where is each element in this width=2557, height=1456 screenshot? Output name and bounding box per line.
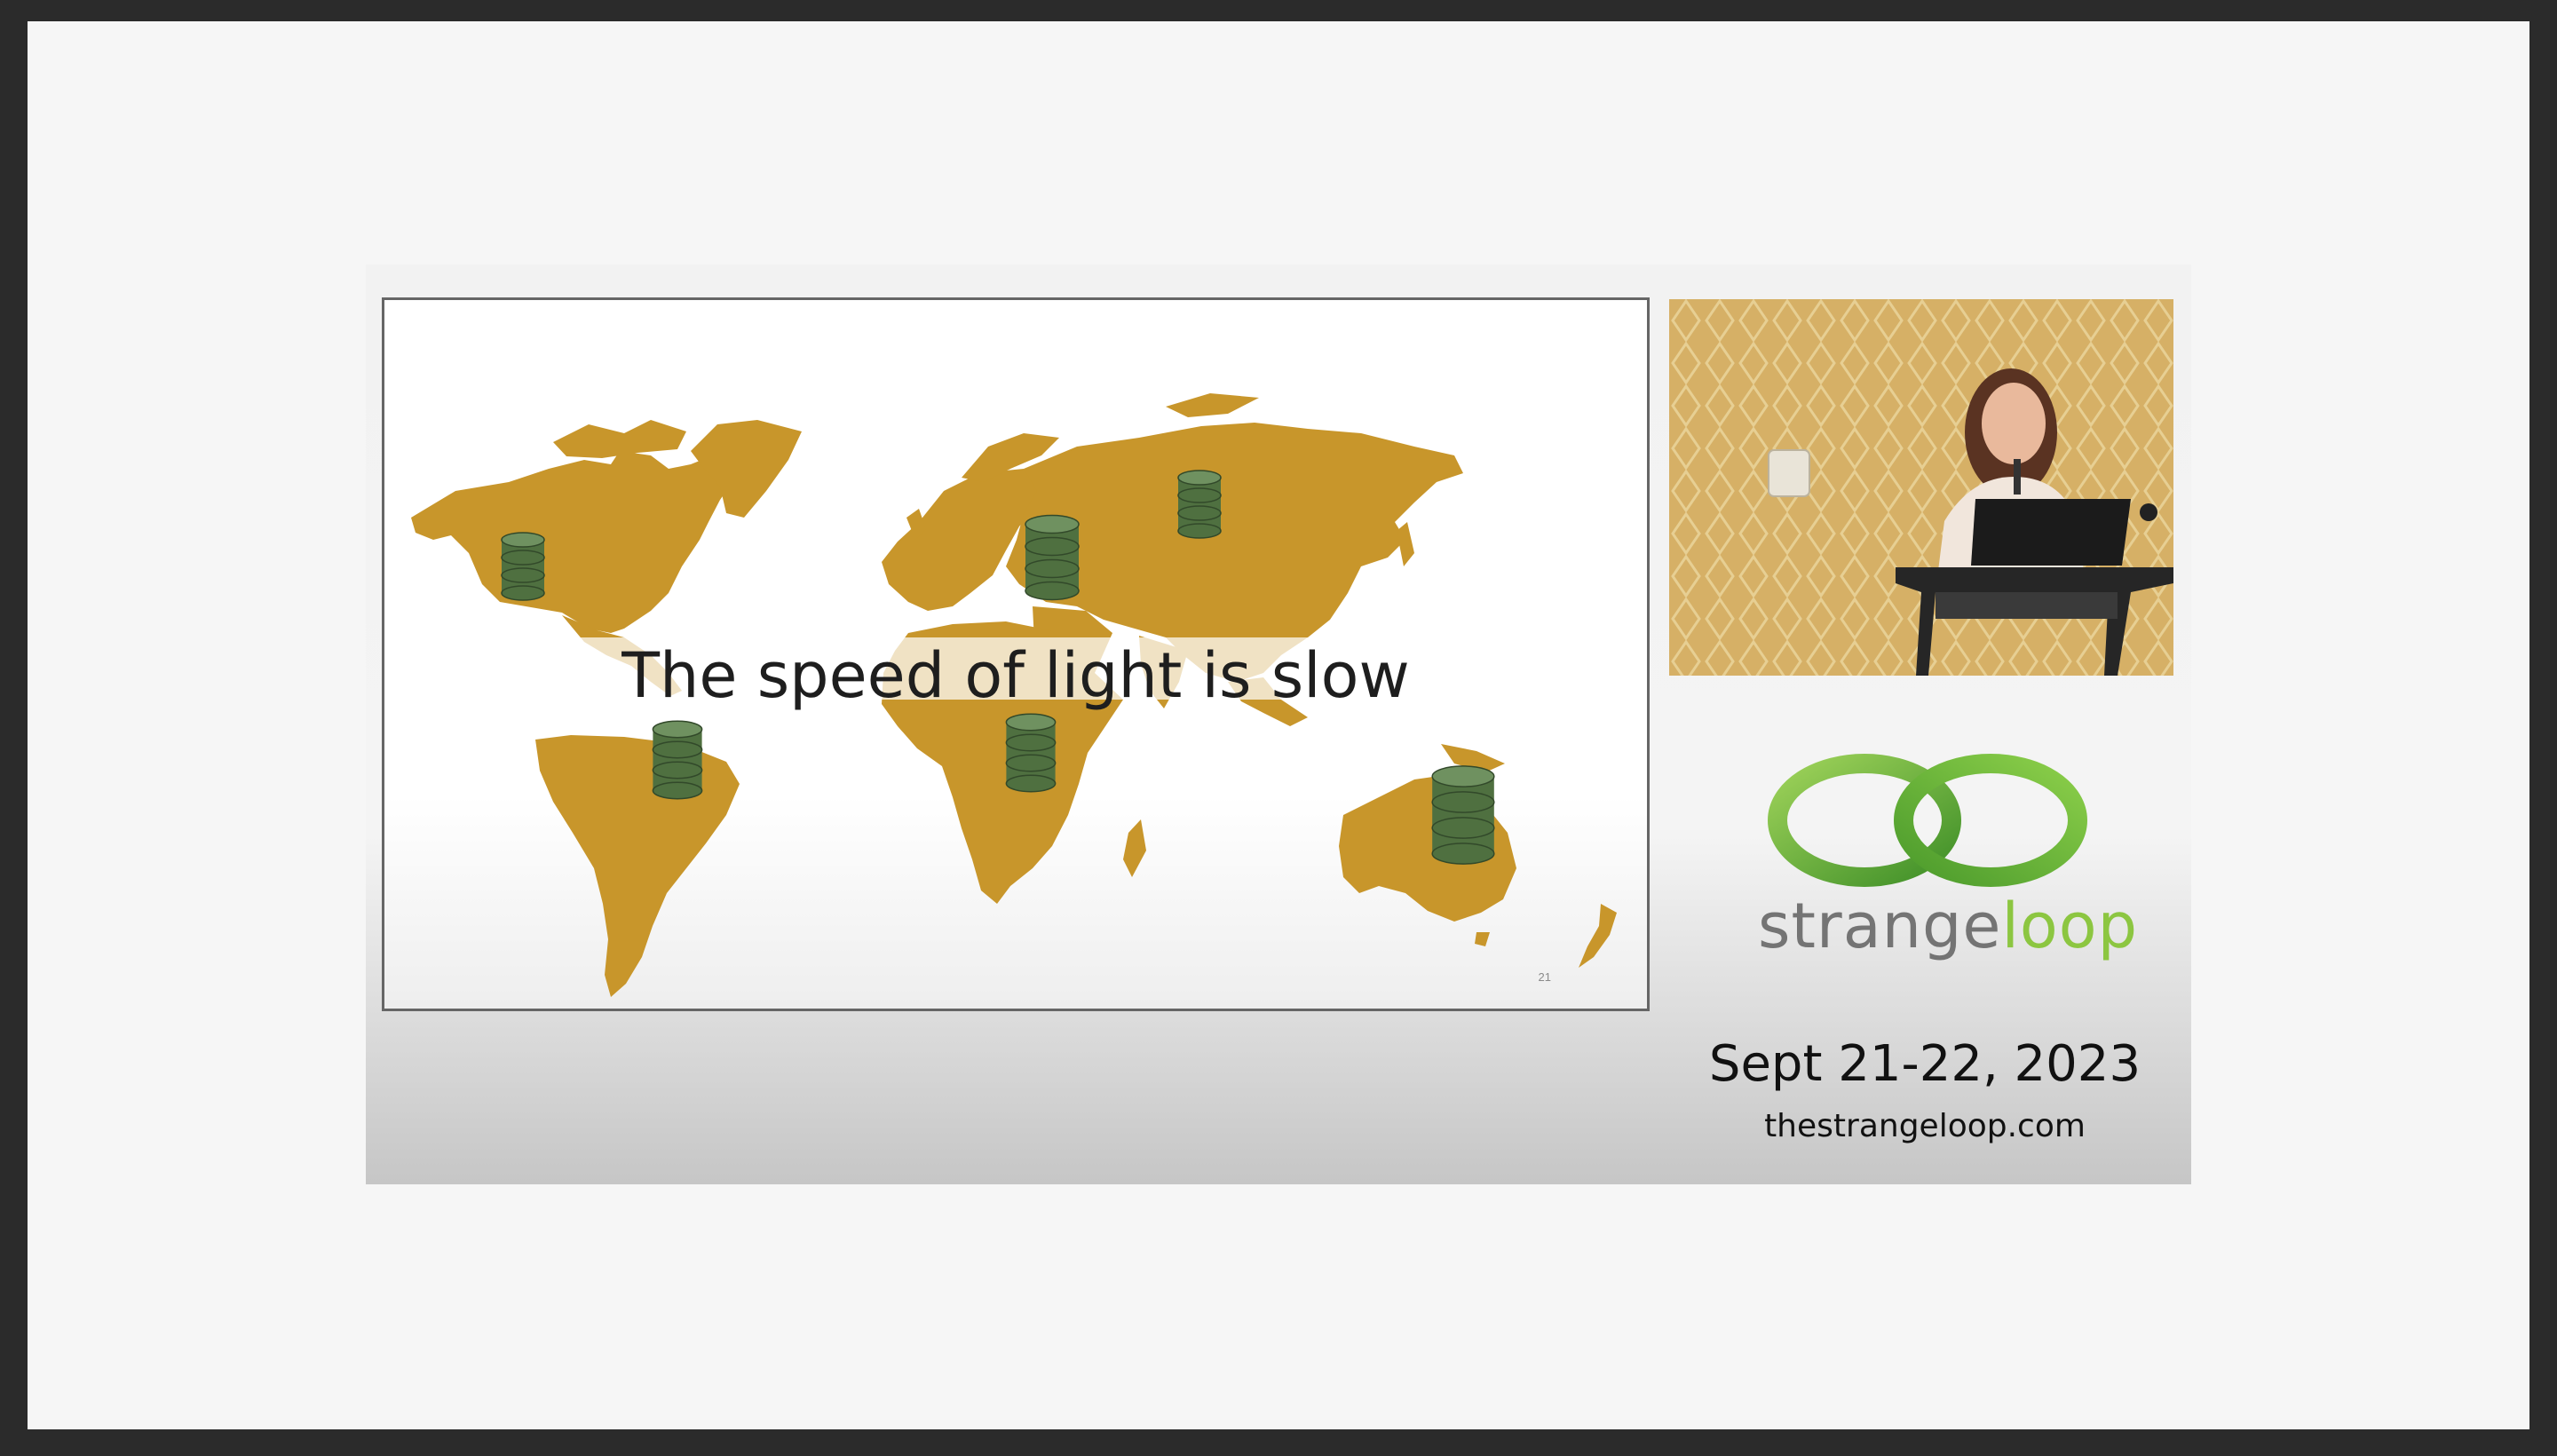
database-icon bbox=[1005, 713, 1057, 793]
database-icon bbox=[501, 532, 545, 601]
database-icon bbox=[1177, 470, 1222, 539]
continent-madagascar bbox=[1123, 819, 1146, 877]
database-icon bbox=[1025, 514, 1080, 601]
infinity-logo-icon bbox=[1768, 754, 2087, 887]
continent-siberia-islands bbox=[1166, 393, 1259, 417]
presentation-slide: The speed of light is slow 21 bbox=[382, 297, 1650, 1011]
speaker-camera-image bbox=[1669, 299, 2173, 676]
continent-arctic-islands bbox=[553, 420, 686, 458]
microphone-icon bbox=[2014, 459, 2021, 495]
slide-page-number: 21 bbox=[1538, 970, 1551, 984]
speaker-face bbox=[1982, 383, 2046, 464]
mic-stand-icon bbox=[2140, 503, 2157, 521]
database-icon bbox=[1431, 765, 1495, 865]
logo-wordmark: strangeloop bbox=[1758, 890, 2137, 962]
speaker-camera-feed bbox=[1669, 299, 2173, 676]
wall-speaker-icon bbox=[1768, 449, 1810, 497]
podium-base bbox=[1936, 592, 2118, 619]
slide-title: The speed of light is slow bbox=[621, 639, 1410, 712]
continent-tasmania bbox=[1475, 932, 1490, 946]
conference-url[interactable]: thestrangeloop.com bbox=[1669, 1108, 2181, 1144]
continent-south-america bbox=[535, 735, 740, 997]
continent-new-zealand bbox=[1579, 904, 1617, 968]
logo-word-loop: loop bbox=[2001, 890, 2139, 962]
logo-word-strange: strange bbox=[1758, 890, 2002, 962]
continent-japan bbox=[1397, 522, 1414, 566]
laptop-icon bbox=[1971, 499, 2131, 566]
continent-north-america bbox=[411, 451, 738, 633]
database-icon bbox=[652, 720, 703, 800]
strangeloop-logo[interactable]: strangeloop bbox=[1758, 748, 2137, 969]
conference-dates: Sept 21-22, 2023 bbox=[1708, 1035, 2141, 1093]
